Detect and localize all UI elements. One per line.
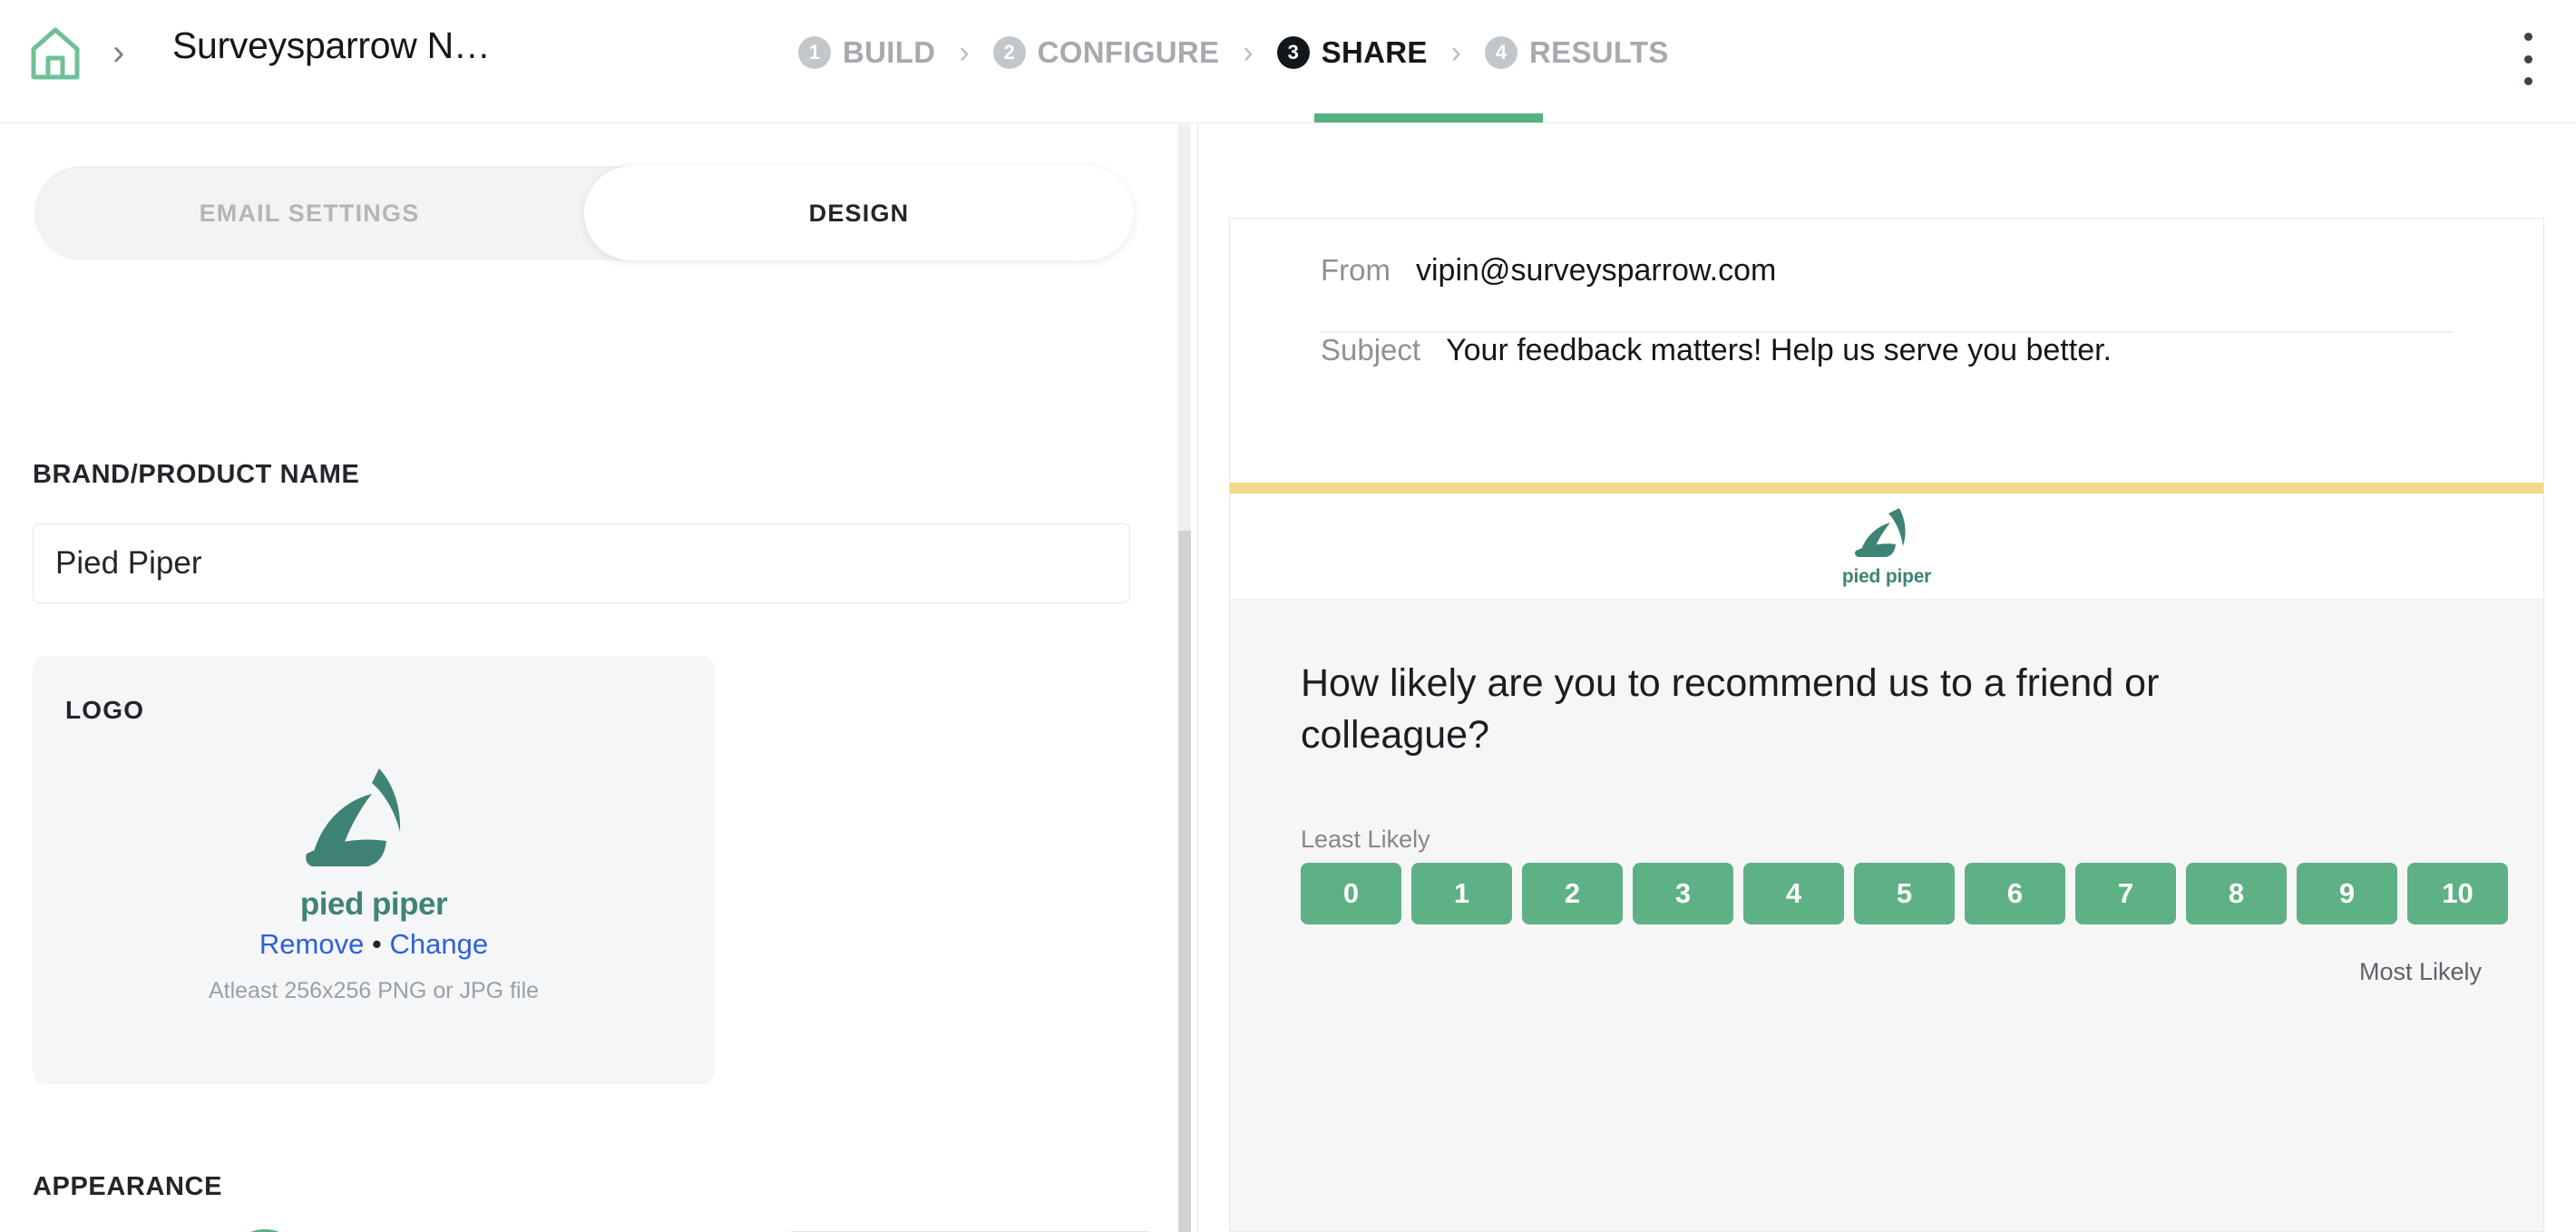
kebab-dot [2523, 33, 2532, 41]
home-icon[interactable] [29, 25, 82, 82]
logo-preview: pied piper [33, 754, 715, 923]
step-number: 3 [1276, 36, 1310, 69]
logo-action-separator [364, 928, 372, 960]
pied-piper-logo-icon [1855, 508, 1906, 557]
page-title[interactable]: Surveysparrow N… [172, 24, 491, 67]
email-logo-band: pied piper [1230, 494, 2543, 600]
email-accent-bar [1230, 483, 2543, 494]
logo-action-bullet: • [371, 928, 382, 960]
nps-option-10[interactable]: 10 [2407, 863, 2508, 924]
step-share[interactable]: 3 SHARE [1276, 35, 1428, 70]
subject-label: Subject [1321, 333, 1421, 367]
logo-upload-hint: Atleast 256x256 PNG or JPG file [208, 978, 540, 1003]
breadcrumb-separator: › [112, 33, 125, 73]
step-build[interactable]: 1 BUILD [798, 35, 935, 70]
step-label: SHARE [1321, 35, 1428, 69]
nps-option-9[interactable]: 9 [2297, 863, 2397, 924]
design-settings-panel: EMAIL SETTINGS DESIGN BRAND/PRODUCT NAME… [0, 124, 1186, 1232]
step-arrow-icon: › [1450, 35, 1462, 70]
least-likely-label: Least Likely [1301, 826, 1430, 853]
email-header: From vipin@surveysparrow.com Subject You… [1230, 219, 2543, 411]
pied-piper-logo-icon [305, 768, 400, 866]
step-label: CONFIGURE [1037, 35, 1220, 69]
tab-design[interactable]: DESIGN [584, 166, 1134, 260]
step-number: 1 [798, 36, 831, 69]
nps-option-2[interactable]: 2 [1522, 863, 1623, 924]
email-preview-area: From vipin@surveysparrow.com Subject You… [1198, 124, 2576, 1232]
nps-option-8[interactable]: 8 [2186, 863, 2287, 924]
nps-option-3[interactable]: 3 [1633, 863, 1733, 924]
nps-option-5[interactable]: 5 [1854, 863, 1955, 924]
active-step-indicator [1314, 113, 1543, 122]
step-results[interactable]: 4 RESULTS [1485, 35, 1669, 70]
nps-option-4[interactable]: 4 [1743, 863, 1844, 924]
most-likely-label: Most Likely [2358, 958, 2482, 985]
step-label: RESULTS [1529, 35, 1669, 69]
step-number: 4 [1485, 36, 1518, 69]
nps-scale: 0 1 2 3 4 5 6 7 8 9 10 [1301, 863, 2508, 924]
logo-wordmark: pied piper [299, 886, 448, 922]
remove-logo-link[interactable]: Remove [259, 928, 364, 960]
logo-actions: Remove • Change [33, 928, 715, 961]
email-preview-card: From vipin@surveysparrow.com Subject You… [1229, 218, 2544, 1232]
step-arrow-icon: › [959, 35, 970, 70]
from-value: vipin@surveysparrow.com [1416, 253, 1777, 288]
panel-scrollbar-thumb[interactable] [1178, 531, 1191, 1232]
step-arrow-icon: › [1243, 35, 1254, 70]
nps-option-1[interactable]: 1 [1411, 863, 1512, 924]
kebab-menu-icon[interactable] [2519, 33, 2537, 85]
step-label: BUILD [843, 35, 936, 69]
subject-row[interactable]: Subject Your feedback matters! Help us s… [1321, 333, 2453, 411]
nps-option-6[interactable]: 6 [1965, 863, 2065, 924]
top-bar: › Surveysparrow N… 1 BUILD › 2 CONFIGURE… [0, 0, 2576, 123]
logo-card: LOGO pied piper Remove • Change Atleast … [33, 656, 715, 1084]
tab-email-settings[interactable]: EMAIL SETTINGS [34, 166, 584, 260]
step-number: 2 [992, 36, 1026, 69]
panel-tab-switcher: EMAIL SETTINGS DESIGN [34, 166, 1134, 260]
subject-value: Your feedback matters! Help us serve you… [1446, 333, 2112, 367]
change-logo-link[interactable]: Change [389, 928, 488, 960]
logo-section-label: LOGO [65, 696, 145, 724]
email-logo-wordmark: pied piper [1841, 566, 1932, 587]
step-navigation: 1 BUILD › 2 CONFIGURE › 3 SHARE › 4 RESU… [798, 16, 1669, 89]
from-row[interactable]: From vipin@surveysparrow.com [1321, 253, 2453, 331]
kebab-dot [2523, 77, 2532, 85]
from-label: From [1321, 253, 1390, 287]
step-configure[interactable]: 2 CONFIGURE [992, 35, 1220, 70]
nps-question-text: How likely are you to recommend us to a … [1301, 661, 2160, 757]
appearance-section-label: APPEARANCE [33, 1172, 223, 1201]
brand-name-label: BRAND/PRODUCT NAME [33, 460, 360, 489]
nps-option-0[interactable]: 0 [1301, 863, 1401, 924]
email-body: How likely are you to recommend us to a … [1230, 600, 2543, 1231]
nps-option-7[interactable]: 7 [2075, 863, 2176, 924]
brand-name-input[interactable]: Pied Piper [33, 523, 1130, 603]
kebab-dot [2523, 54, 2532, 64]
